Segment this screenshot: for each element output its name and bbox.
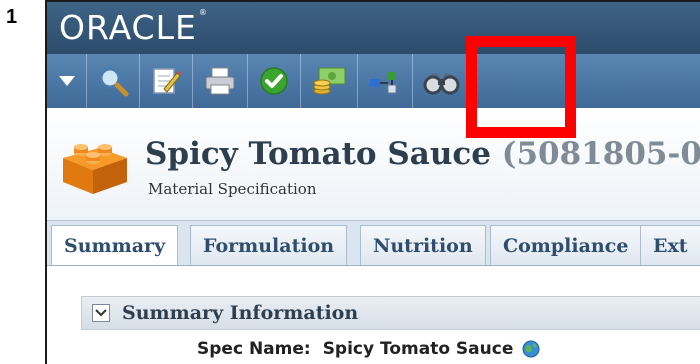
brand-name: ORACLE — [59, 8, 197, 47]
compare-button[interactable] — [358, 54, 413, 108]
binoculars-icon — [423, 73, 460, 95]
trademark: ® — [198, 8, 208, 17]
summary-section-header: Summary Information — [81, 296, 700, 330]
app-window: ORACLE ® Spicy Tomato Sauce (5081805-0 M… — [45, 0, 700, 364]
toolbar-menu-button[interactable] — [47, 54, 87, 108]
print-icon — [205, 67, 235, 95]
tab-ext[interactable]: Ext — [640, 225, 700, 265]
spec-name: Spicy Tomato Sauce — [145, 136, 491, 172]
spec-name-value: Spicy Tomato Sauce — [322, 339, 514, 359]
oracle-logo: ORACLE ® — [59, 8, 208, 47]
spec-name-field: Spec Name: Spicy Tomato Sauce — [197, 339, 541, 359]
tab-nutrition[interactable]: Nutrition — [360, 225, 486, 265]
find-button[interactable] — [413, 54, 472, 108]
search-button[interactable] — [87, 54, 140, 108]
highlight-annotation — [466, 36, 576, 138]
edit-button[interactable] — [140, 54, 193, 108]
compare-icon — [370, 72, 397, 94]
spec-id: (5081805-001) — [501, 136, 700, 172]
chevron-down-icon — [95, 309, 107, 317]
spec-header: Spicy Tomato Sauce (5081805-001) Materia… — [47, 108, 700, 220]
spec-title: Spicy Tomato Sauce (5081805-001) — [145, 136, 700, 172]
toolbar — [47, 54, 700, 108]
spec-name-label: Spec Name: — [197, 339, 311, 359]
cost-icon — [313, 67, 346, 95]
tab-compliance[interactable]: Compliance — [490, 225, 642, 265]
edit-icon — [153, 68, 181, 94]
tab-formulation[interactable]: Formulation — [190, 225, 348, 265]
search-icon — [99, 67, 129, 97]
step-number: 1 — [6, 6, 18, 28]
tab-bar: Summary Formulation Nutrition Compliance… — [47, 220, 700, 266]
globe-icon[interactable] — [521, 339, 541, 359]
collapse-toggle[interactable] — [92, 304, 110, 322]
cost-button[interactable] — [301, 54, 358, 108]
spec-type: Material Specification — [148, 180, 317, 198]
approve-check-icon — [260, 67, 288, 95]
tab-summary[interactable]: Summary — [51, 225, 179, 265]
brand-bar: ORACLE ® — [47, 2, 700, 54]
approve-button[interactable] — [248, 54, 301, 108]
print-button[interactable] — [193, 54, 248, 108]
summary-panel: Summary Information Spec Name: Spicy Tom… — [47, 266, 700, 364]
dropdown-arrow-icon — [58, 76, 75, 86]
lego-brick-icon — [63, 144, 127, 194]
section-title: Summary Information — [122, 302, 359, 324]
